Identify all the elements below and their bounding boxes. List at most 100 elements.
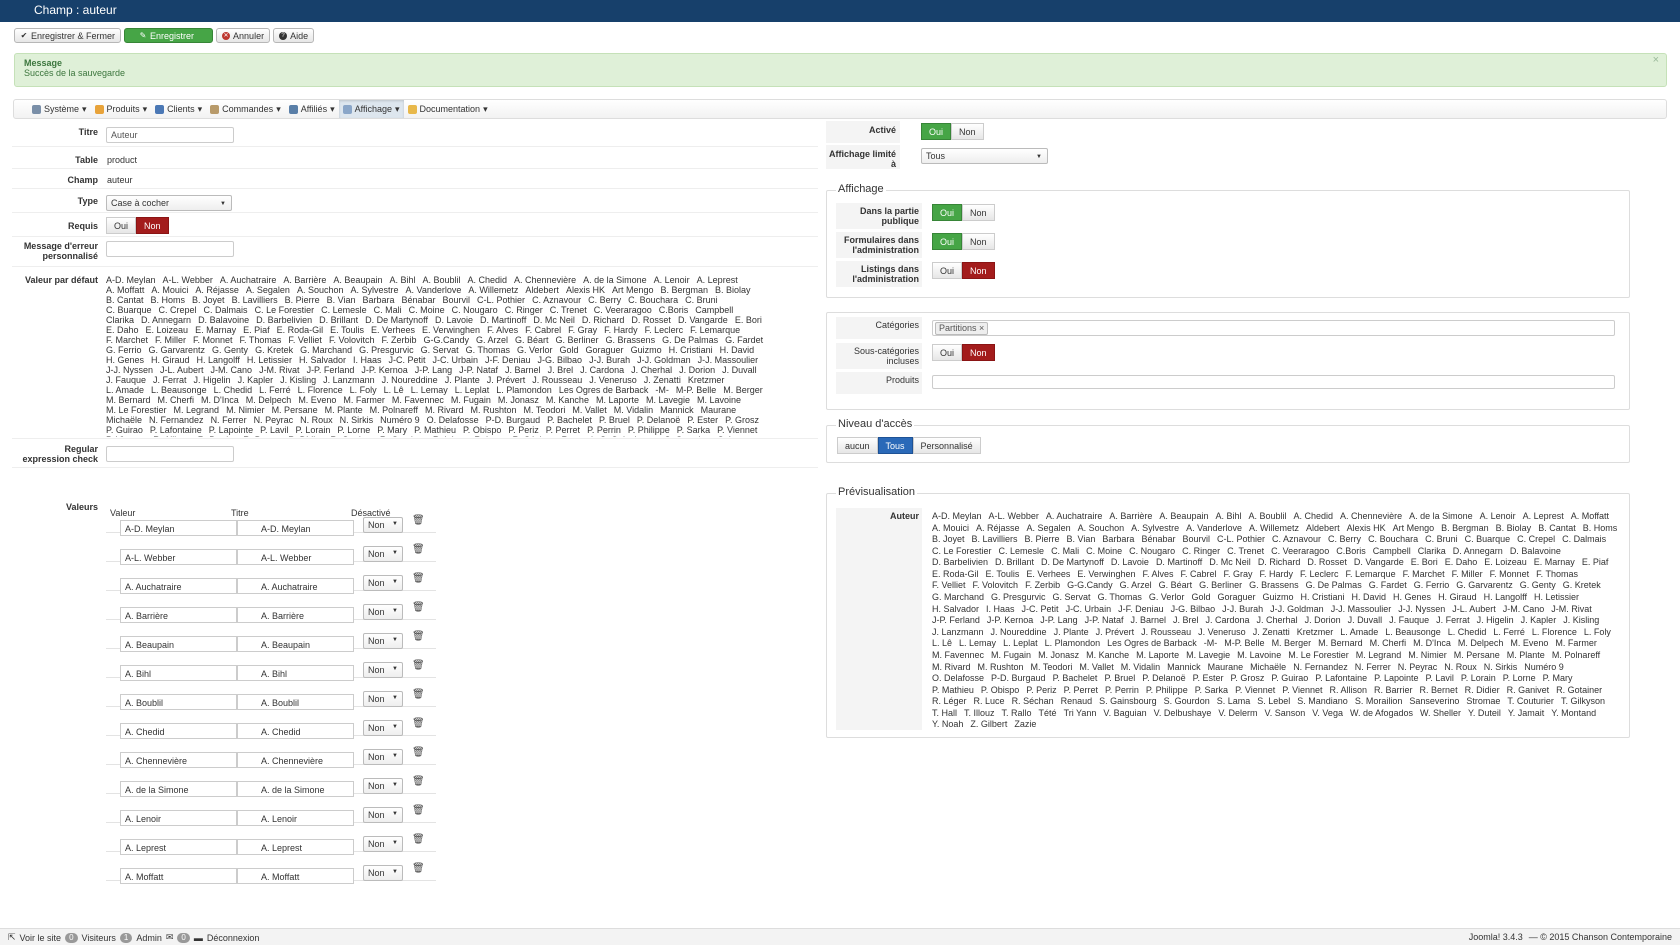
value-tag: G-G.Candy — [1067, 580, 1113, 591]
menu-documentation[interactable]: Documentation ▾ — [404, 100, 492, 118]
disabled-select[interactable]: Non ▼ — [363, 807, 403, 823]
value-input[interactable]: A. Auchatraire — [120, 578, 237, 594]
value-row: A-L. Webber A-L. Webber Non ▼ 🗑 — [106, 543, 436, 565]
title-input[interactable]: A. Moffatt — [237, 868, 354, 884]
users-icon — [155, 104, 165, 114]
trash-icon[interactable]: 🗑 — [412, 631, 425, 642]
close-icon[interactable]: × — [1653, 54, 1659, 66]
trash-icon[interactable]: 🗑 — [412, 515, 425, 526]
value-tag: Art Mengo — [611, 285, 654, 295]
title-input[interactable]: A. Auchatraire — [237, 578, 354, 594]
trash-icon[interactable]: 🗑 — [412, 805, 425, 816]
public-oui[interactable]: Oui — [932, 204, 963, 221]
disabled-select[interactable]: Non ▼ — [363, 836, 403, 852]
title-input[interactable]: A-D. Meylan — [237, 520, 354, 536]
value-input[interactable]: A. Chedid — [120, 723, 237, 739]
value-tag: B. Homs — [150, 295, 186, 305]
cancel-button[interactable]: ✕ Annuler — [216, 28, 271, 43]
menu-systeme[interactable]: Système ▾ — [28, 100, 91, 118]
trash-icon[interactable]: 🗑 — [412, 718, 425, 729]
value-input[interactable]: A. Boublil — [120, 694, 237, 710]
limit-select[interactable]: Tous ▼ — [921, 148, 1048, 164]
title-input[interactable]: A. Chedid — [237, 723, 354, 739]
value-tag: G. Arzel — [1119, 580, 1152, 591]
error-input[interactable] — [106, 241, 234, 257]
public-non[interactable]: Non — [962, 204, 995, 221]
value-tag: B. Pierre — [284, 295, 320, 305]
forms-oui[interactable]: Oui — [932, 233, 963, 250]
trash-icon[interactable]: 🗑 — [412, 602, 425, 613]
disabled-select[interactable]: Non ▼ — [363, 575, 403, 591]
active-non[interactable]: Non — [951, 123, 984, 140]
value-input[interactable]: A. Leprest — [120, 839, 237, 855]
trash-icon[interactable]: 🗑 — [412, 573, 425, 584]
disabled-select[interactable]: Non ▼ — [363, 720, 403, 736]
title-input[interactable]: A. Chennevière — [237, 752, 354, 768]
subcat-oui[interactable]: Oui — [932, 344, 963, 361]
value-input[interactable]: A. Barrière — [120, 607, 237, 623]
acces-personnalise[interactable]: Personnalisé — [912, 437, 981, 454]
value-input[interactable]: A. Chennevière — [120, 752, 237, 768]
title-input[interactable]: A. Lenoir — [237, 810, 354, 826]
disabled-select[interactable]: Non ▼ — [363, 778, 403, 794]
title-input[interactable]: A. Beaupain — [237, 636, 354, 652]
value-input[interactable]: A. Lenoir — [120, 810, 237, 826]
menu-commandes[interactable]: Commandes ▾ — [206, 100, 285, 118]
disabled-select[interactable]: Non ▼ — [363, 546, 403, 562]
trash-icon[interactable]: 🗑 — [412, 776, 425, 787]
value-input[interactable]: A. Beaupain — [120, 636, 237, 652]
disabled-select[interactable]: Non ▼ — [363, 604, 403, 620]
title-input[interactable]: A. Boublil — [237, 694, 354, 710]
acces-tous[interactable]: Tous — [877, 437, 913, 454]
title-input[interactable]: A-L. Webber — [237, 549, 354, 565]
disabled-select[interactable]: Non ▼ — [363, 633, 403, 649]
view-site-link[interactable]: Voir le site — [20, 933, 62, 943]
menu-produits[interactable]: Produits ▾ — [91, 100, 152, 118]
categories-input[interactable]: Partitions × — [932, 320, 1615, 336]
value-input[interactable]: A-L. Webber — [120, 549, 237, 565]
value-input[interactable]: A-D. Meylan — [120, 520, 237, 536]
value-input[interactable]: A. de la Simone — [120, 781, 237, 797]
lists-non[interactable]: Non — [962, 262, 995, 279]
trash-icon[interactable]: 🗑 — [412, 544, 425, 555]
save-button[interactable]: ✎ Enregistrer — [124, 28, 214, 43]
trash-icon[interactable]: 🗑 — [412, 863, 425, 874]
menu-clients[interactable]: Clients ▾ — [151, 100, 206, 118]
subcat-non[interactable]: Non — [962, 344, 995, 361]
visitors-label: Visiteurs — [81, 932, 116, 943]
type-select[interactable]: Case à cocher ▼ — [106, 195, 232, 211]
trash-icon[interactable]: 🗑 — [412, 747, 425, 758]
value-input[interactable]: A. Moffatt — [120, 868, 237, 884]
logout-link[interactable]: Déconnexion — [207, 933, 260, 943]
disabled-select[interactable]: Non ▼ — [363, 517, 403, 533]
value-tag: L. Plamondon — [496, 385, 552, 395]
requis-non[interactable]: Non — [136, 217, 169, 234]
help-button[interactable]: ? Aide — [273, 28, 315, 43]
value-input[interactable]: A. Bihl — [120, 665, 237, 681]
regex-input[interactable] — [106, 446, 234, 462]
products-input[interactable] — [932, 375, 1615, 389]
title-input[interactable]: A. Barrière — [237, 607, 354, 623]
trash-icon[interactable]: 🗑 — [412, 689, 425, 700]
value-tag: P. Perret — [1063, 684, 1098, 695]
trash-icon[interactable]: 🗑 — [412, 660, 425, 671]
title-input[interactable]: A. de la Simone — [237, 781, 354, 797]
titre-input[interactable]: Auteur — [106, 127, 234, 143]
menu-affilies[interactable]: Affiliés ▾ — [285, 100, 339, 118]
acces-aucun[interactable]: aucun — [837, 437, 878, 454]
save-close-button[interactable]: ✔ Enregistrer & Fermer — [14, 28, 122, 43]
forms-non[interactable]: Non — [962, 233, 995, 250]
trash-icon[interactable]: 🗑 — [412, 834, 425, 845]
requis-oui[interactable]: Oui — [106, 217, 137, 234]
title-input[interactable]: A. Leprest — [237, 839, 354, 855]
active-oui[interactable]: Oui — [921, 123, 952, 140]
remove-tag-icon[interactable]: × — [979, 323, 984, 333]
disabled-select[interactable]: Non ▼ — [363, 865, 403, 881]
lists-oui[interactable]: Oui — [932, 262, 963, 279]
menu-affichage[interactable]: Affichage ▾ — [338, 100, 404, 118]
mail-icon[interactable]: ✉ — [166, 932, 174, 943]
title-input[interactable]: A. Bihl — [237, 665, 354, 681]
disabled-select[interactable]: Non ▼ — [363, 662, 403, 678]
disabled-select[interactable]: Non ▼ — [363, 749, 403, 765]
disabled-select[interactable]: Non ▼ — [363, 691, 403, 707]
